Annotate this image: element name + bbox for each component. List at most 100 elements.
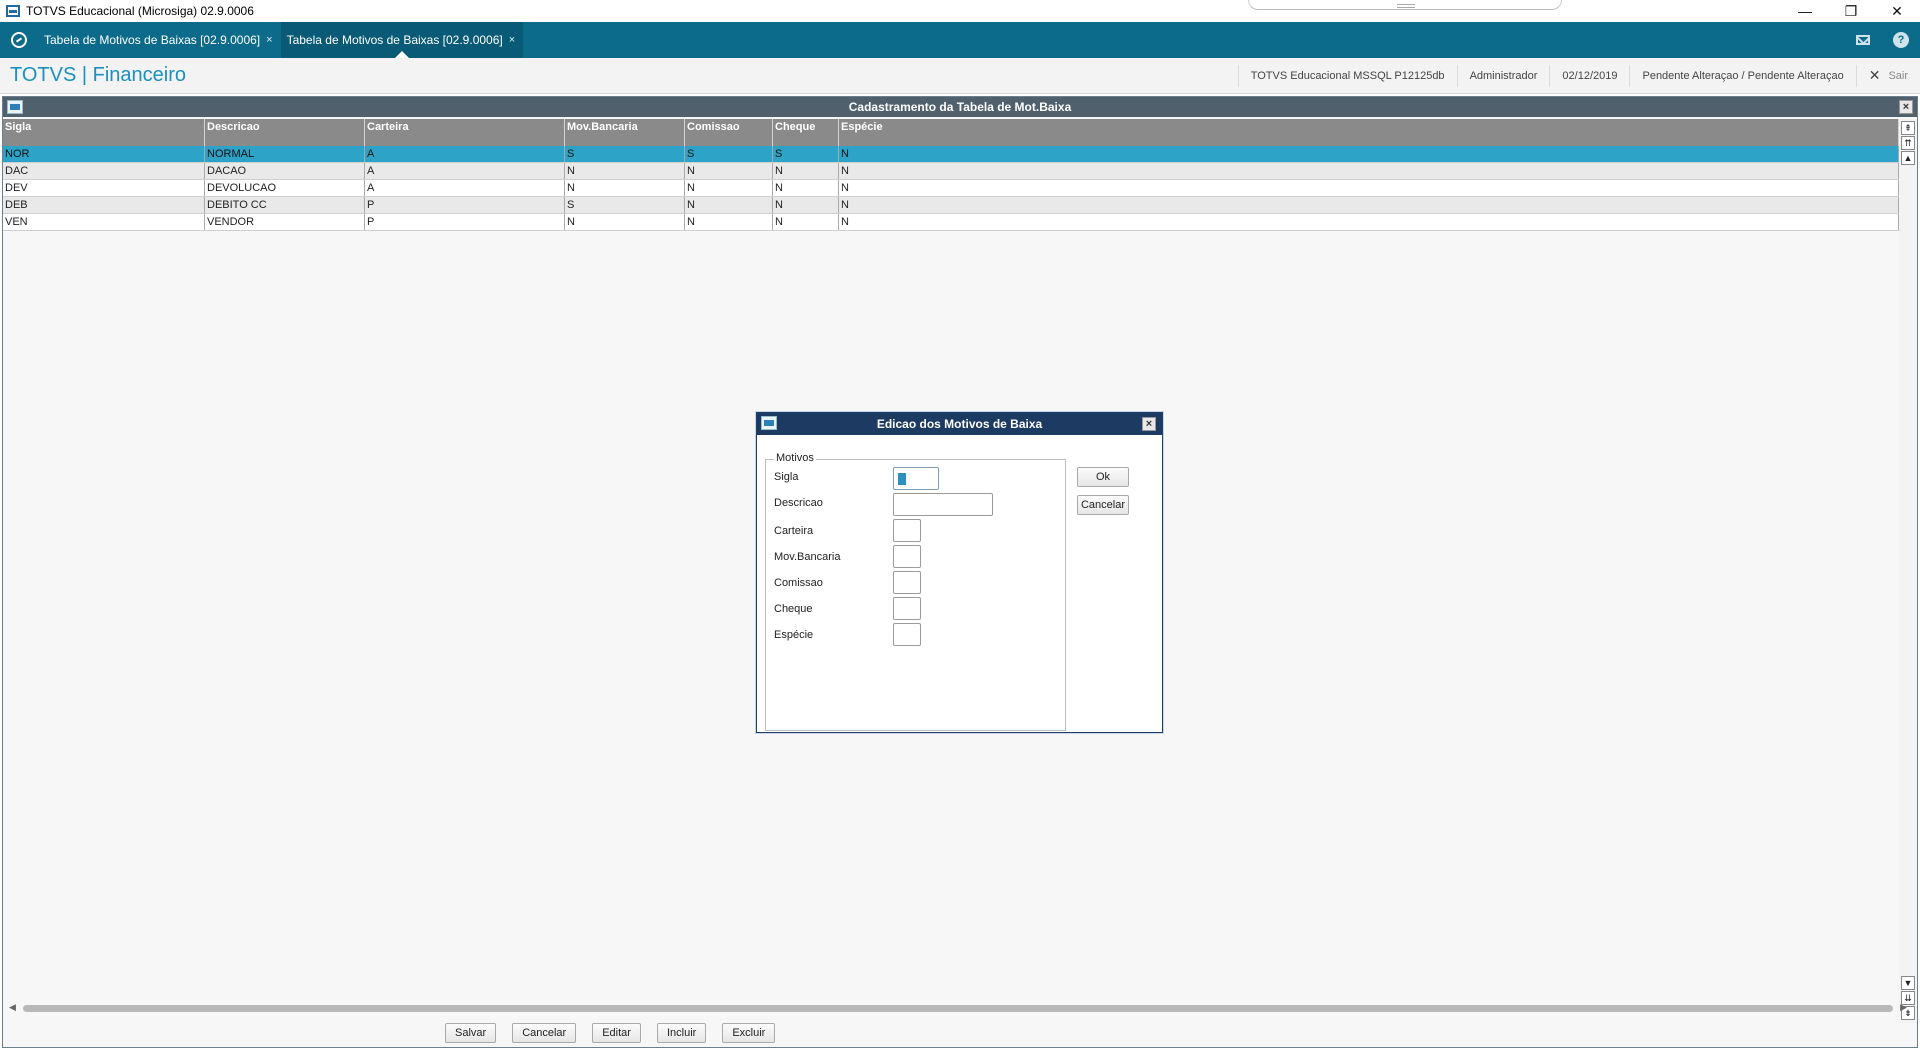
table-row[interactable]: DAC DACAO A N N N N [3, 163, 1899, 180]
cell-mov-bancaria: N [565, 180, 685, 196]
sigla-input[interactable] [893, 467, 939, 490]
column-header-comissao[interactable]: Comissao [685, 119, 773, 146]
tabbar-right-icons: ? [1844, 22, 1920, 58]
table-row[interactable]: NOR NORMAL A S S S N [3, 146, 1899, 163]
cell-carteira: A [365, 180, 565, 196]
header-info: TOTVS Educacional MSSQL P12125db Adminis… [1237, 58, 1920, 93]
cell-sigla: DEB [3, 197, 205, 213]
cell-especie: N [839, 214, 1899, 230]
tab-bar: Tabela de Motivos de Baixas [02.9.0006] … [0, 22, 1920, 58]
scroll-top-button[interactable]: ⇞ [1901, 121, 1915, 135]
scroll-thumb[interactable] [23, 1005, 1893, 1012]
mail-button[interactable] [1844, 35, 1882, 45]
save-button[interactable]: Salvar [445, 1023, 497, 1043]
scroll-up-button[interactable]: ▲ [1901, 151, 1915, 165]
dialog-title-bar: Edicao dos Motivos de Baixa × [757, 413, 1162, 435]
app-header: TOTVS | Financeiro TOTVS Educacional MSS… [0, 58, 1920, 94]
table-row[interactable]: VEN VENDOR P N N N N [3, 214, 1899, 231]
cell-carteira: P [365, 197, 565, 213]
tab-motivos-baixas-2[interactable]: Tabela de Motivos de Baixas [02.9.0006] … [280, 22, 524, 58]
window-title: TOTVS Educacional (Microsiga) 02.9.0006 [26, 4, 254, 18]
cell-especie: N [839, 163, 1899, 179]
action-button-bar: Salvar Cancelar Editar Incluir Excluir [445, 1023, 776, 1043]
cell-cheque: N [773, 214, 839, 230]
cell-comissao: N [685, 180, 773, 196]
grid-header: Sigla Descricao Carteira Mov.Bancaria Co… [3, 119, 1899, 146]
minimize-button[interactable]: — [1782, 0, 1828, 22]
carteira-input[interactable] [893, 519, 921, 542]
tab-label: Tabela de Motivos de Baixas [02.9.0006] [44, 33, 261, 47]
close-window-button[interactable]: ✕ [1874, 0, 1920, 22]
cell-especie: N [839, 197, 1899, 213]
especie-input[interactable] [893, 623, 921, 646]
dialog-close-button[interactable]: × [1142, 417, 1156, 431]
window-icon [761, 416, 777, 430]
cell-mov-bancaria: N [565, 214, 685, 230]
exit-label: Sair [1888, 69, 1908, 82]
cell-carteira: A [365, 163, 565, 179]
text-cursor [898, 473, 906, 485]
scroll-down-button[interactable]: ▼ [1901, 976, 1915, 990]
app-icon [6, 5, 20, 17]
window-controls: — ❐ ✕ [1782, 0, 1920, 22]
drag-handle[interactable] [1248, 0, 1562, 10]
column-header-mov-bancaria[interactable]: Mov.Bancaria [565, 119, 685, 146]
environment-info: TOTVS Educacional MSSQL P12125db [1237, 64, 1457, 87]
table-row[interactable]: DEB DEBITO CC P S N N N [3, 197, 1899, 214]
especie-label: Espécie [774, 629, 814, 641]
mail-icon [1856, 35, 1870, 45]
cell-mov-bancaria: S [565, 146, 685, 162]
user-info: Administrador [1456, 64, 1550, 87]
column-header-cheque[interactable]: Cheque [773, 119, 839, 146]
cell-sigla: DEV [3, 180, 205, 196]
column-header-descricao[interactable]: Descricao [205, 119, 365, 146]
cheque-input[interactable] [893, 597, 921, 620]
include-button[interactable]: Incluir [656, 1023, 707, 1043]
comissao-input[interactable] [893, 571, 921, 594]
help-icon: ? [1893, 32, 1909, 48]
descricao-input[interactable] [893, 493, 993, 516]
cell-sigla: VEN [3, 214, 205, 230]
cancel-button[interactable]: Cancelar [512, 1023, 577, 1043]
table-row[interactable]: DEV DEVOLUCAO A N N N N [3, 180, 1899, 197]
group-legend: Motivos [774, 452, 816, 464]
column-header-especie[interactable]: Espécie [839, 119, 1899, 146]
column-header-sigla[interactable]: Sigla [3, 119, 205, 146]
cell-mov-bancaria: N [565, 163, 685, 179]
scroll-page-up-button[interactable]: ⇈ [1901, 136, 1915, 150]
cell-especie: N [839, 146, 1899, 162]
home-button[interactable] [0, 22, 38, 58]
carteira-label: Carteira [774, 525, 814, 537]
help-button[interactable]: ? [1882, 32, 1920, 48]
tab-motivos-baixas-1[interactable]: Tabela de Motivos de Baixas [02.9.0006] … [38, 22, 281, 58]
motivos-group: Motivos Sigla Descricao Carteira Mov.Ban… [765, 452, 1066, 731]
exit-button[interactable]: ✕ Sair [1855, 64, 1920, 87]
scroll-left-icon[interactable]: ◀ [9, 1002, 16, 1013]
cell-descricao: DACAO [205, 163, 365, 179]
cell-especie: N [839, 180, 1899, 196]
cell-carteira: P [365, 214, 565, 230]
main-window-close-button[interactable]: × [1899, 100, 1913, 114]
vertical-scrollbar[interactable]: ⇞ ⇈ ▲ ▼ ⇊ ⇟ [1899, 119, 1917, 1023]
mov-bancaria-input[interactable] [893, 545, 921, 568]
edit-button[interactable]: Editar [592, 1023, 641, 1043]
status-info: Pendente Alteraçao / Pendente Alteraçao [1629, 64, 1855, 87]
restore-button[interactable]: ❐ [1828, 0, 1874, 22]
column-header-carteira[interactable]: Carteira [365, 119, 565, 146]
main-window-title-bar: Cadastramento da Tabela de Mot.Baixa × [3, 97, 1917, 117]
scroll-right-icon[interactable]: ▶ [1900, 1002, 1907, 1013]
window-icon [7, 100, 23, 114]
tab-close-icon[interactable]: × [266, 34, 272, 46]
cell-descricao: DEVOLUCAO [205, 180, 365, 196]
cell-mov-bancaria: S [565, 197, 685, 213]
horizontal-scrollbar[interactable]: ◀ ▶ [9, 1002, 1907, 1014]
descricao-label: Descricao [774, 497, 823, 509]
ok-button[interactable]: Ok [1077, 467, 1129, 487]
delete-button[interactable]: Excluir [722, 1023, 776, 1043]
cell-descricao: NORMAL [205, 146, 365, 162]
cell-sigla: DAC [3, 163, 205, 179]
dialog-cancel-button[interactable]: Cancelar [1077, 495, 1129, 515]
tab-close-icon[interactable]: × [509, 34, 515, 46]
cell-carteira: A [365, 146, 565, 162]
cell-descricao: VENDOR [205, 214, 365, 230]
